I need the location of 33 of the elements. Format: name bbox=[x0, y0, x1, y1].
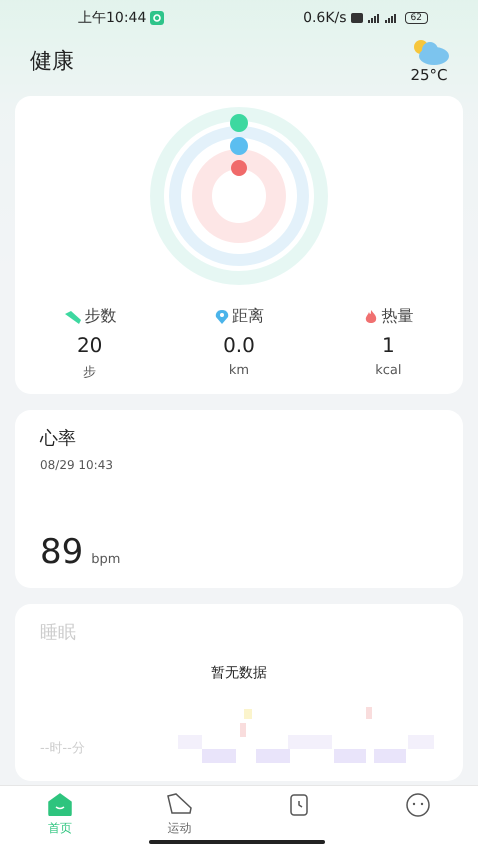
sleep-bar bbox=[256, 749, 290, 763]
metric-value: 20 bbox=[76, 333, 102, 357]
metric-unit: km bbox=[228, 363, 250, 378]
heart-rate-unit: bpm bbox=[91, 552, 120, 567]
tab[interactable]: 运动 bbox=[120, 786, 239, 837]
temperature: 25°C bbox=[410, 66, 448, 84]
battery-indicator: 62 bbox=[404, 12, 428, 24]
card-title: 心率 bbox=[40, 427, 77, 450]
metric-label: 热量 bbox=[381, 306, 414, 327]
metric-value: 0.0 bbox=[223, 333, 255, 357]
smiley-icon bbox=[405, 792, 432, 818]
sleep-bar bbox=[288, 735, 332, 749]
metric-label: 距离 bbox=[232, 306, 264, 327]
sleep-bar bbox=[374, 749, 406, 763]
shield-icon bbox=[150, 11, 164, 25]
home-icon bbox=[46, 792, 74, 816]
timestamp: 08/29 10:43 bbox=[40, 458, 114, 472]
metric-label: 步数 bbox=[84, 306, 117, 327]
sleep-bar bbox=[244, 709, 252, 719]
sleep-bar bbox=[366, 707, 372, 719]
page-title: 健康 bbox=[30, 48, 74, 76]
location-pin-icon bbox=[214, 308, 230, 324]
heart-rate-value: 89 bbox=[40, 532, 84, 572]
network-speed: 0.6K/s bbox=[303, 10, 347, 26]
metric-unit: kcal bbox=[375, 363, 402, 378]
sleep-bar bbox=[202, 749, 236, 763]
sleep-bar bbox=[240, 723, 246, 737]
metric-value: 1 bbox=[382, 333, 395, 357]
status-time: 上午10:44 bbox=[78, 9, 146, 27]
metric-unit: 步 bbox=[83, 364, 96, 381]
sleep-bar bbox=[178, 735, 202, 749]
empty-message: 暂无数据 bbox=[211, 664, 267, 682]
sleep-bar bbox=[334, 749, 366, 763]
